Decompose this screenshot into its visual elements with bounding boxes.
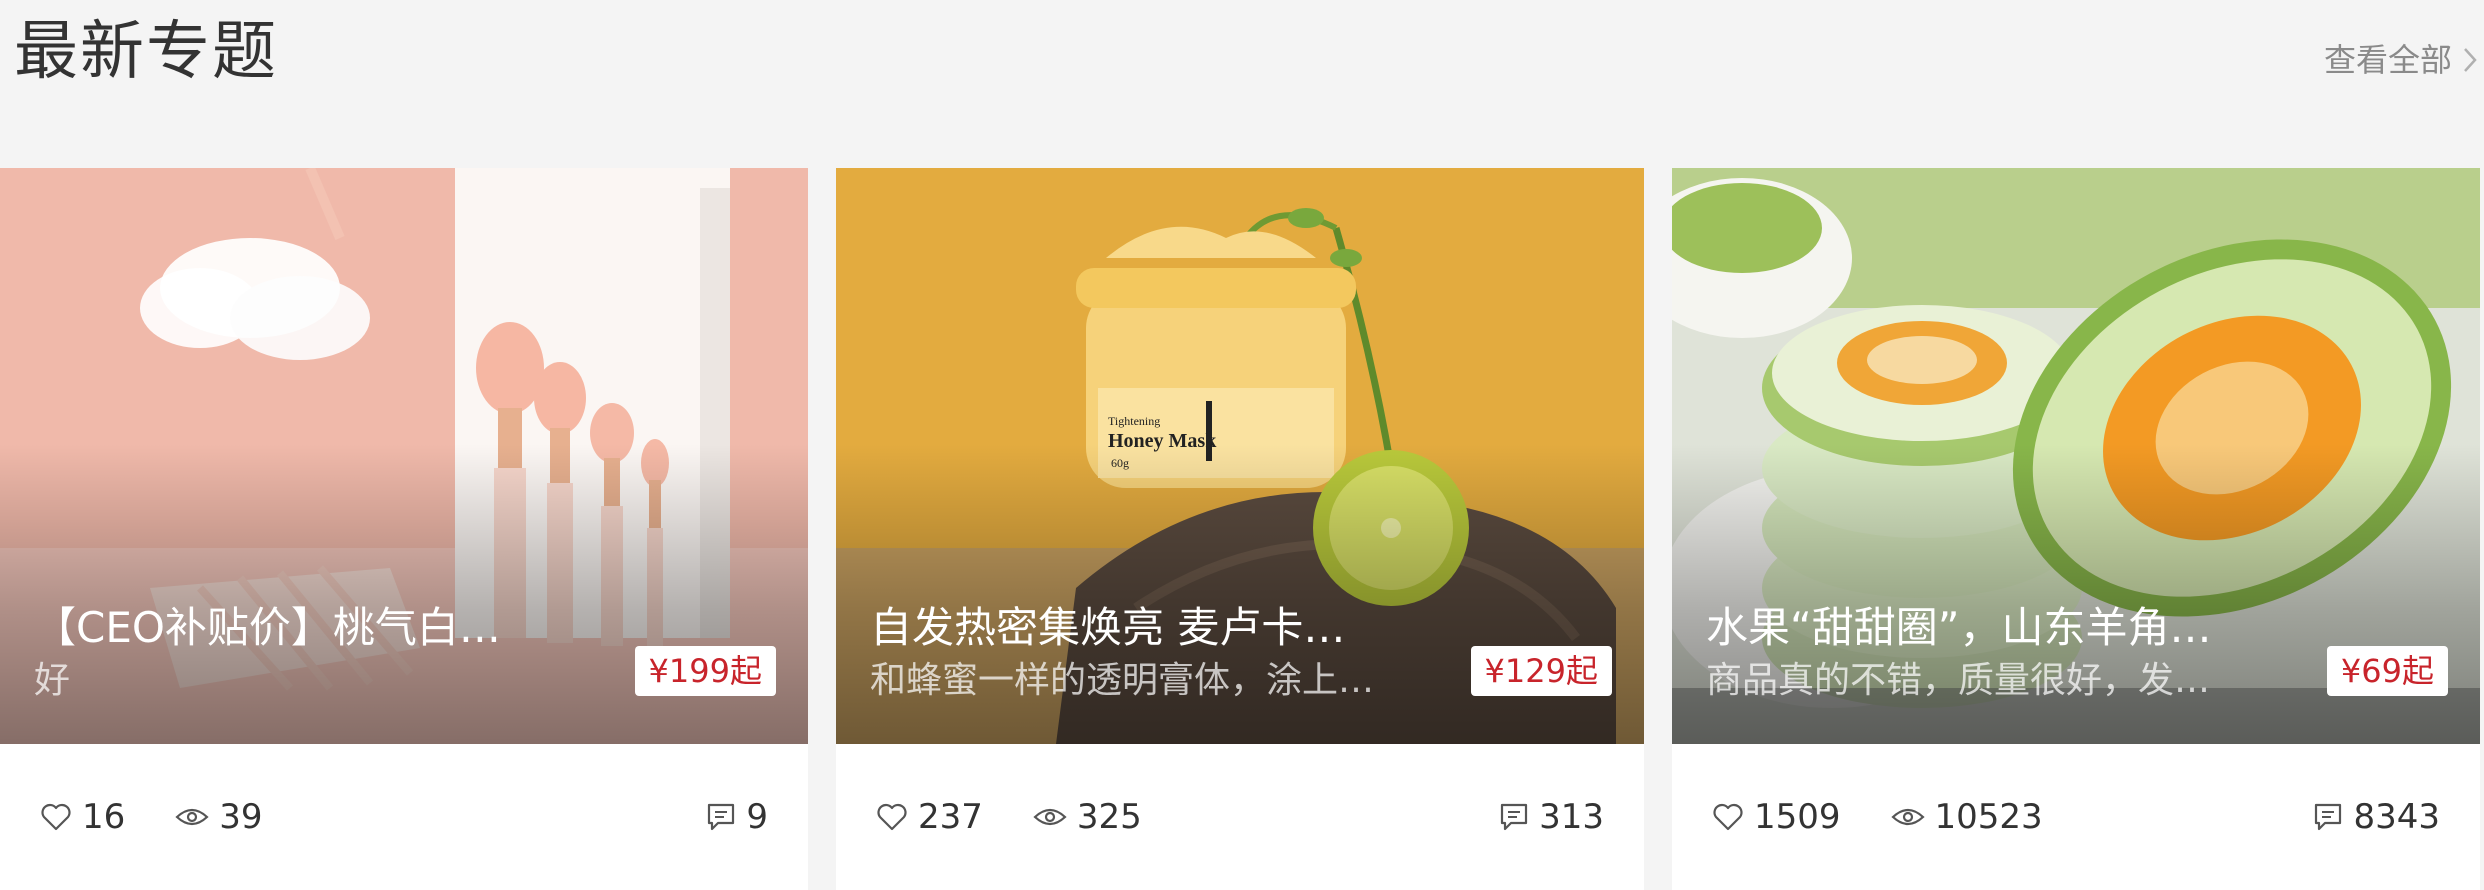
view-stat: 10523 [1890, 797, 2043, 837]
card-description: 好 [34, 660, 71, 701]
comment-stat[interactable]: 313 [1499, 797, 1604, 837]
comment-icon [2313, 802, 2343, 832]
card-footer: 1509 10523 8343 [1672, 744, 2480, 890]
section-title: 最新专题 [14, 15, 278, 89]
topic-card-list: 【CEO补贴价】桃气白… 好 ¥199起 16 39 9 Tightening … [0, 168, 2480, 890]
view-count: 39 [219, 797, 263, 837]
like-stat[interactable]: 16 [40, 797, 125, 837]
comment-count: 9 [746, 797, 768, 837]
heart-icon [876, 802, 908, 832]
price-badge: ¥129起 [1470, 646, 1612, 696]
topic-card[interactable]: 水果“甜甜圈”，山东羊角… 商品真的不错，质量很好，发… ¥69起 1509 1… [1672, 168, 2480, 890]
card-description: 和蜂蜜一样的透明膏体，涂上… [870, 660, 1375, 701]
comment-stat[interactable]: 9 [706, 797, 768, 837]
card-description: 商品真的不错，质量很好，发… [1706, 660, 2211, 701]
card-footer: 237 325 313 [836, 744, 1644, 890]
card-title: 水果“甜甜圈”，山东羊角… [1706, 603, 2212, 652]
comment-count: 8343 [2353, 797, 2440, 837]
eye-icon [1890, 805, 1925, 829]
section-header: 最新专题 查看全部 [0, 0, 2484, 150]
heart-icon [40, 802, 72, 832]
card-image: Tightening Honey Mask 60g 自发热密集焕亮 麦卢卡… 和… [836, 168, 1644, 744]
price-badge: ¥69起 [2326, 646, 2448, 696]
view-count: 325 [1076, 797, 1142, 837]
comment-icon [1499, 802, 1529, 832]
heart-icon [1712, 802, 1744, 832]
topic-card[interactable]: Tightening Honey Mask 60g 自发热密集焕亮 麦卢卡… 和… [836, 168, 1644, 890]
view-stat: 39 [175, 797, 263, 837]
chevron-right-icon [2462, 46, 2478, 74]
view-stat: 325 [1033, 797, 1142, 837]
comment-stat[interactable]: 8343 [2313, 797, 2440, 837]
eye-icon [1033, 805, 1067, 829]
card-title: 【CEO补贴价】桃气白… [34, 603, 501, 652]
comment-icon [706, 802, 736, 832]
eye-icon [175, 805, 209, 829]
card-footer: 16 39 9 [0, 744, 808, 890]
like-count: 1509 [1754, 797, 1841, 837]
topic-card[interactable]: 【CEO补贴价】桃气白… 好 ¥199起 16 39 9 [0, 168, 808, 890]
like-count: 16 [82, 797, 126, 837]
jar-label-line1: Tightening [1108, 414, 1160, 428]
view-all-label: 查看全部 [2323, 41, 2452, 79]
card-image: 【CEO补贴价】桃气白… 好 ¥199起 [0, 168, 808, 744]
view-all-link[interactable]: 查看全部 [2324, 40, 2478, 80]
card-title: 自发热密集焕亮 麦卢卡… [870, 603, 1346, 652]
price-badge: ¥199起 [634, 646, 776, 696]
card-image: 水果“甜甜圈”，山东羊角… 商品真的不错，质量很好，发… ¥69起 [1672, 168, 2480, 744]
view-count: 10523 [1934, 797, 2043, 837]
like-count: 237 [918, 797, 983, 837]
comment-count: 313 [1539, 797, 1604, 837]
like-stat[interactable]: 1509 [1712, 797, 1841, 837]
like-stat[interactable]: 237 [876, 797, 983, 837]
